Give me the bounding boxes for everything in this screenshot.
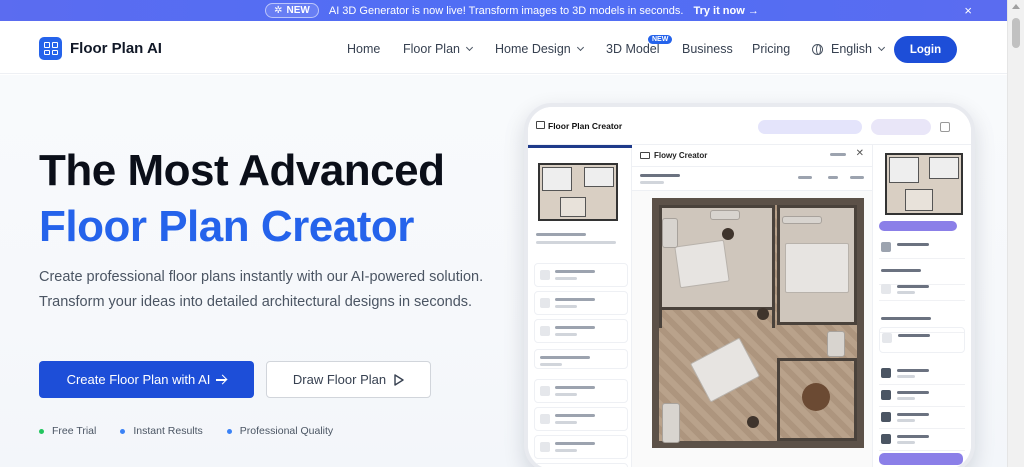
new-badge: ✲ NEW (265, 3, 319, 18)
preview-floor-plan (652, 198, 864, 448)
nav-business[interactable]: Business (682, 42, 733, 56)
chevron-down-icon (877, 43, 886, 52)
feature-professional-quality: Professional Quality (226, 425, 333, 437)
preview-canvas-panel: Flowy Creator ✕ (632, 145, 872, 467)
page-scrollbar[interactable] (1007, 0, 1024, 467)
scroll-up-icon[interactable] (1012, 4, 1020, 9)
brand-logo[interactable]: Floor Plan AI (39, 37, 162, 60)
close-icon[interactable]: × (964, 3, 972, 18)
create-floor-plan-button[interactable]: Create Floor Plan with AI (39, 361, 254, 398)
preview-square-icon (940, 122, 950, 132)
globe-icon (812, 43, 823, 55)
nav-home-design[interactable]: Home Design (495, 42, 584, 56)
try-it-now-link[interactable]: Try it now → (693, 5, 758, 17)
login-button[interactable]: Login (894, 36, 957, 63)
blue-dot-icon (120, 428, 126, 434)
draw-floor-plan-button[interactable]: Draw Floor Plan (266, 361, 431, 398)
preview-app-title: Floor Plan Creator (548, 121, 623, 131)
feature-list: Free Trial Instant Results Professional … (39, 425, 333, 437)
sparkle-icon: ✲ (274, 5, 283, 16)
chevron-down-icon (465, 43, 474, 52)
nav-new-badge: NEW (648, 35, 673, 44)
preview-plan-thumbnail-2 (885, 153, 963, 215)
feature-instant-results: Instant Results (120, 425, 203, 437)
nav-3d-model[interactable]: 3D Model (606, 42, 660, 56)
chevron-down-icon (576, 43, 584, 52)
hero-title-line1: The Most Advanced (39, 146, 445, 195)
preview-left-panel (528, 145, 632, 467)
hero-description: Create professional floor plans instantl… (39, 269, 484, 310)
close-icon: ✕ (855, 148, 864, 159)
app-preview-image: Floor Plan Creator Flowy Creator ✕ (524, 103, 975, 467)
nav-floor-plan[interactable]: Floor Plan (403, 42, 474, 56)
frame-icon (640, 152, 650, 159)
announcement-message: AI 3D Generator is now live! Transform i… (328, 4, 684, 17)
grid-logo-icon (39, 37, 62, 60)
nav-pricing[interactable]: Pricing (752, 42, 790, 56)
brand-name: Floor Plan AI (70, 40, 162, 57)
language-selector[interactable]: English (812, 42, 886, 56)
preview-plan-thumbnail (538, 163, 618, 221)
arrow-right-icon (216, 378, 227, 381)
navbar: Floor Plan AI Home Floor Plan Home Desig… (0, 21, 1007, 74)
hero-title-line2: Floor Plan Creator (39, 202, 414, 251)
green-dot-icon (39, 428, 44, 434)
scroll-thumb[interactable] (1012, 18, 1020, 48)
preview-user-pill (871, 119, 931, 135)
nav-home[interactable]: Home (347, 42, 380, 56)
play-icon (394, 373, 404, 386)
preview-topbar: Floor Plan Creator (528, 107, 971, 145)
preview-canvas-title: Flowy Creator (654, 151, 708, 160)
feature-free-trial: Free Trial (39, 425, 96, 437)
blue-dot-icon (226, 428, 232, 434)
preview-search-pill (758, 120, 862, 134)
arrow-right-icon: → (747, 4, 759, 17)
preview-right-panel (872, 145, 971, 467)
window-icon (536, 121, 545, 129)
announcement-bar: ✲ NEW AI 3D Generator is now live! Transf… (0, 0, 1024, 21)
